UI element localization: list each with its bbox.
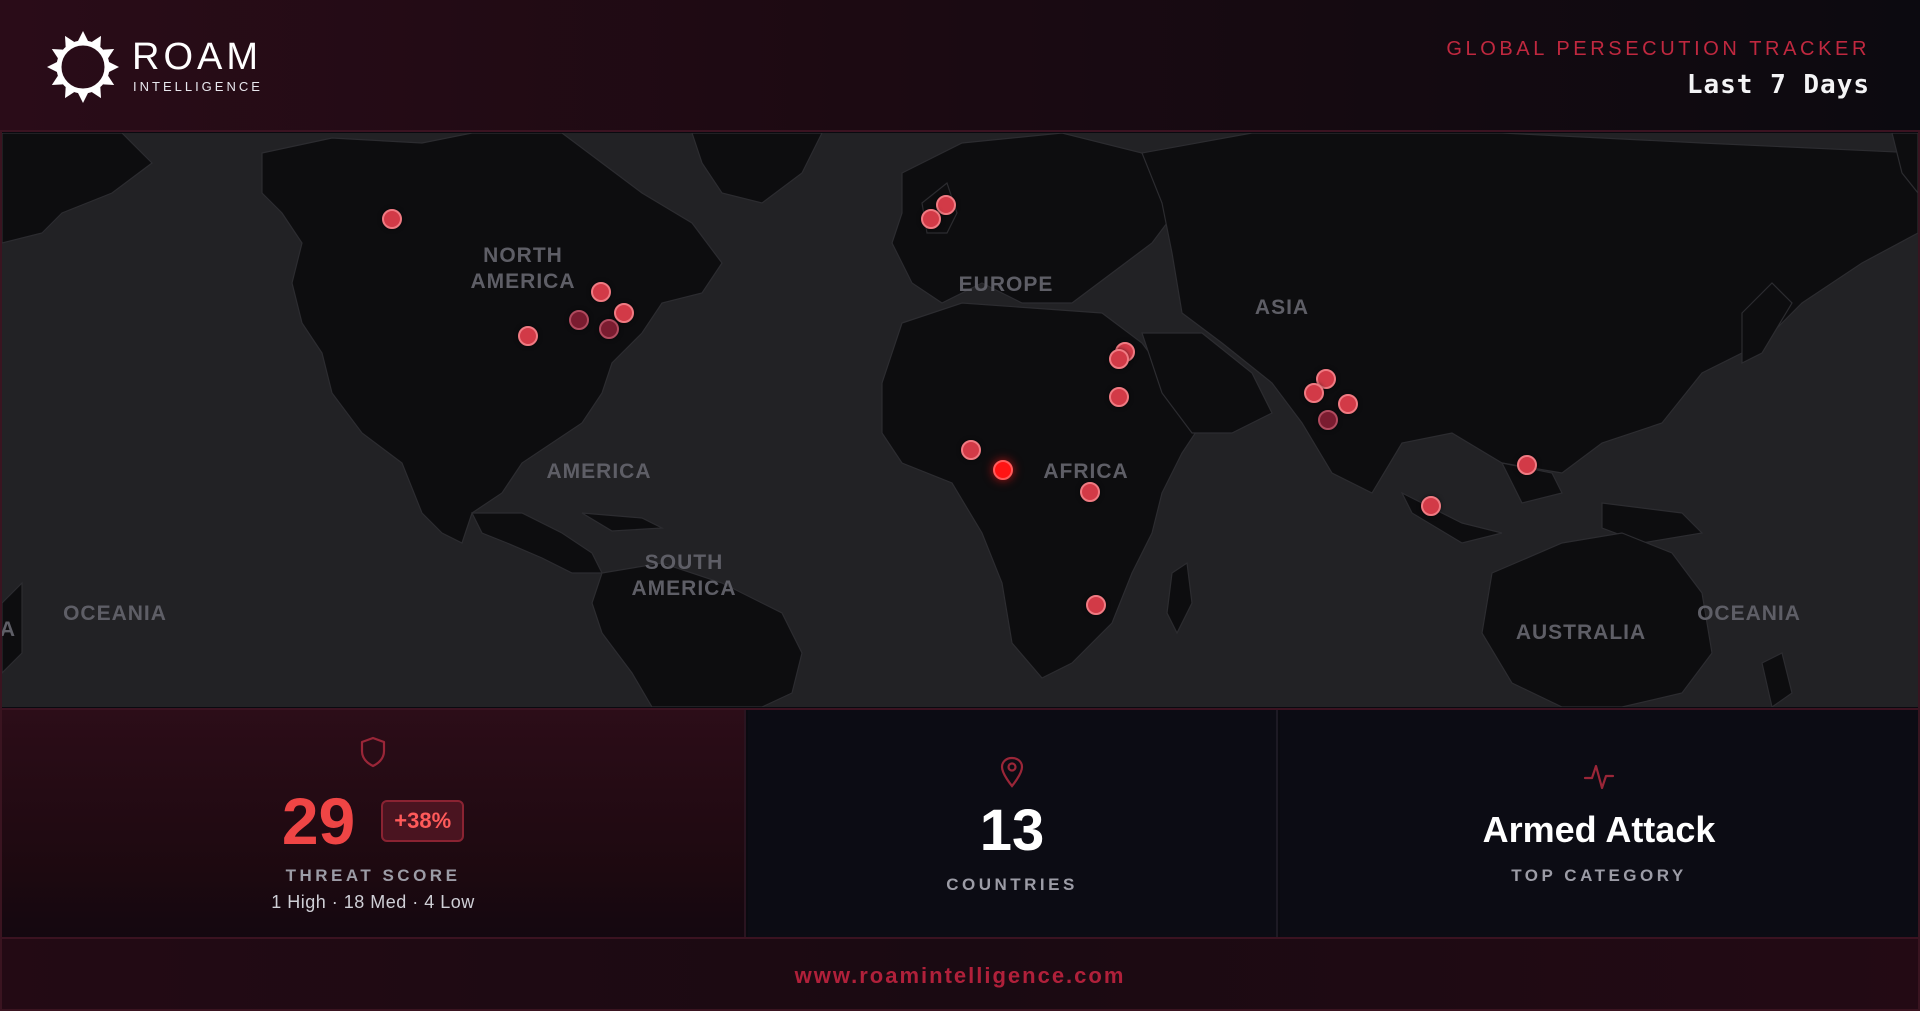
- threat-breakdown: 1 High · 18 Med · 4 Low: [271, 892, 475, 912]
- incident-marker[interactable]: [1517, 455, 1537, 475]
- countries-label: COUNTRIES: [946, 875, 1078, 894]
- incident-marker[interactable]: [993, 460, 1013, 480]
- countries-count: 13: [979, 798, 1045, 863]
- incident-marker[interactable]: [1304, 383, 1324, 403]
- incident-marker[interactable]: [921, 209, 941, 229]
- region-label-north-america: NORTH AMERICA: [470, 244, 576, 293]
- region-label-oceania-left: OCEANIA: [63, 602, 167, 625]
- region-label-oceania-right: OCEANIA: [1697, 602, 1801, 625]
- incident-marker[interactable]: [1086, 595, 1106, 615]
- region-label-edge-a: A: [2, 618, 17, 641]
- incident-marker[interactable]: [518, 326, 538, 346]
- incident-marker[interactable]: [1318, 410, 1338, 430]
- region-label-asia: ASIA: [1254, 296, 1310, 319]
- top-category-label: TOP CATEGORY: [1511, 866, 1687, 885]
- threat-score-change-badge: +38%: [381, 800, 465, 842]
- incident-marker[interactable]: [1338, 394, 1358, 414]
- threat-score-label: THREAT SCORE: [285, 866, 461, 885]
- pulse-icon: [1583, 764, 1615, 790]
- incident-marker[interactable]: [1109, 349, 1129, 369]
- world-map[interactable]: NORTH AMERICA EUROPE ASIA AMERICA AFRICA…: [2, 133, 1918, 707]
- incident-marker[interactable]: [1080, 482, 1100, 502]
- region-label-america: AMERICA: [546, 460, 652, 483]
- top-category-value: Armed Attack: [1482, 809, 1716, 850]
- footer-bar: www.roamintelligence.com: [2, 937, 1918, 1009]
- incident-marker[interactable]: [614, 303, 634, 323]
- threat-score-value: 29: [281, 784, 356, 858]
- region-label-south-america: SOUTH AMERICA: [631, 551, 737, 600]
- threat-score-panel: 29 +38% THREAT SCORE 1 High · 18 Med · 4…: [2, 710, 746, 938]
- incident-marker[interactable]: [591, 282, 611, 302]
- region-label-africa: AFRICA: [1043, 460, 1129, 483]
- countries-panel: 13 COUNTRIES: [748, 710, 1278, 938]
- incident-marker[interactable]: [1421, 496, 1441, 516]
- shield-icon: [360, 736, 386, 768]
- header-bar: ROAM INTELLIGENCE GLOBAL PERSECUTION TRA…: [0, 0, 1920, 132]
- top-category-panel: Armed Attack TOP CATEGORY: [1280, 710, 1918, 938]
- region-label-australia: AUSTRALIA: [1515, 621, 1647, 644]
- incident-marker[interactable]: [599, 319, 619, 339]
- brand-subtitle: INTELLIGENCE: [133, 79, 263, 94]
- brand-name: ROAM: [132, 36, 262, 78]
- website-url[interactable]: www.roamintelligence.com: [2, 963, 1918, 989]
- roam-logo-icon: [47, 31, 119, 103]
- incident-marker[interactable]: [961, 440, 981, 460]
- incident-marker[interactable]: [1109, 387, 1129, 407]
- stats-bar: 29 +38% THREAT SCORE 1 High · 18 Med · 4…: [2, 708, 1918, 938]
- map-pin-icon: [1000, 756, 1024, 788]
- tracker-title: GLOBAL PERSECUTION TRACKER: [1446, 38, 1870, 60]
- incident-marker[interactable]: [382, 209, 402, 229]
- threat-score-row: 29 +38%: [2, 788, 744, 854]
- time-period: Last 7 Days: [1686, 70, 1870, 100]
- region-label-europe: EUROPE: [958, 273, 1054, 296]
- incident-marker[interactable]: [569, 310, 589, 330]
